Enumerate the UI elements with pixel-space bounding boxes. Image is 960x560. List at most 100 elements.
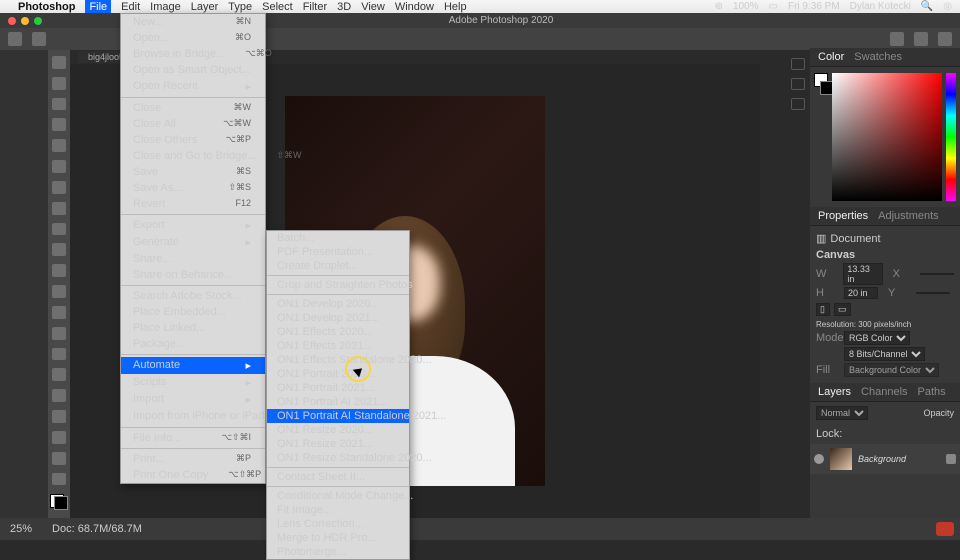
shape-tool[interactable] xyxy=(52,431,66,444)
zoom-level[interactable]: 25% xyxy=(10,523,32,535)
hue-slider[interactable] xyxy=(946,73,956,201)
tab-adjustments[interactable]: Adjustments xyxy=(878,210,939,222)
file-menu-item-19[interactable]: Search Adobe Stock... xyxy=(121,288,265,304)
marquee-tool[interactable] xyxy=(52,77,66,90)
menu-filter[interactable]: Filter xyxy=(303,1,327,13)
file-menu-item-3[interactable]: Open as Smart Object... xyxy=(121,62,265,78)
tab-channels[interactable]: Channels xyxy=(861,386,907,398)
menu-3d[interactable]: 3D xyxy=(337,1,351,13)
paragraph-icon[interactable] xyxy=(791,98,805,110)
automate-menu-item-7[interactable]: ON1 Develop 2021... xyxy=(267,311,409,325)
app-name[interactable]: Photoshop xyxy=(18,1,75,13)
orientation-portrait-icon[interactable]: ▯ xyxy=(816,303,830,316)
automate-menu-item-25[interactable]: Photomerge... xyxy=(267,545,409,559)
y-field[interactable] xyxy=(916,292,950,294)
file-menu-item-16[interactable]: Share... xyxy=(121,251,265,267)
depth-select[interactable]: 8 Bits/Channel xyxy=(844,347,925,361)
menu-view[interactable]: View xyxy=(361,1,385,13)
file-menu-item-9[interactable]: Close and Go to Bridge...⇧⌘W xyxy=(121,148,265,164)
orientation-landscape-icon[interactable]: ▭ xyxy=(834,303,851,316)
automate-menu-item-12[interactable]: ON1 Portrait 2021... xyxy=(267,381,409,395)
automate-menu-item-15[interactable]: ON1 Resize 2020... xyxy=(267,423,409,437)
menu-window[interactable]: Window xyxy=(395,1,434,13)
automate-menu-item-2[interactable]: Create Droplet... xyxy=(267,259,409,273)
automate-menu-item-10[interactable]: ON1 Effects Standalone 2020... xyxy=(267,353,409,367)
file-menu-item-20[interactable]: Place Embedded... xyxy=(121,304,265,320)
siri-icon[interactable]: ◎ xyxy=(943,1,952,12)
automate-menu-item-13[interactable]: ON1 Portrait AI 2021... xyxy=(267,395,409,409)
automate-menu-item-0[interactable]: Batch... xyxy=(267,231,409,245)
automate-menu-item-6[interactable]: ON1 Develop 2020... xyxy=(267,297,409,311)
mode-select[interactable]: RGB Color xyxy=(844,331,910,345)
path-tool[interactable] xyxy=(52,410,66,423)
move-tool[interactable] xyxy=(52,56,66,69)
eraser-tool[interactable] xyxy=(52,285,66,298)
lock-icon[interactable] xyxy=(946,454,956,464)
file-menu-item-7[interactable]: Close All⌥⌘W xyxy=(121,116,265,132)
align-icon[interactable] xyxy=(890,32,904,46)
frame-tool[interactable] xyxy=(52,160,66,173)
file-menu-item-32[interactable]: Print One Copy⌥⇧⌘P xyxy=(121,467,265,483)
type-tool[interactable] xyxy=(52,389,66,402)
automate-menu-item-16[interactable]: ON1 Resize 2021... xyxy=(267,437,409,451)
file-menu-item-27[interactable]: Import from iPhone or iPad▸ xyxy=(121,408,265,425)
blur-tool[interactable] xyxy=(52,327,66,340)
crop-tool[interactable] xyxy=(52,139,66,152)
file-menu-item-17[interactable]: Share on Behance... xyxy=(121,267,265,283)
brush-tool[interactable] xyxy=(52,223,66,236)
wifi-icon[interactable]: ⊚ xyxy=(715,1,723,12)
automate-menu-item-9[interactable]: ON1 Effects 2021... xyxy=(267,339,409,353)
pen-tool[interactable] xyxy=(52,368,66,381)
file-menu-item-2[interactable]: Browse in Bridge...⌥⌘O xyxy=(121,46,265,62)
zoom-tool[interactable] xyxy=(52,473,66,486)
minimize-window-button[interactable] xyxy=(21,17,29,25)
file-menu-item-25[interactable]: Scripts▸ xyxy=(121,374,265,391)
layer-row[interactable]: Background xyxy=(810,444,960,474)
file-menu-item-11[interactable]: Save As...⇧⌘S xyxy=(121,180,265,196)
file-menu-item-31[interactable]: Print...⌘P xyxy=(121,451,265,467)
hand-tool[interactable] xyxy=(52,452,66,465)
x-field[interactable] xyxy=(920,273,954,275)
eyedropper-tool[interactable] xyxy=(52,181,66,194)
color-swatches[interactable] xyxy=(50,494,68,511)
automate-menu-item-11[interactable]: ON1 Portrait 2020... xyxy=(267,367,409,381)
automate-menu-item-19[interactable]: Contact Sheet II... xyxy=(267,470,409,484)
share-icon[interactable] xyxy=(938,32,952,46)
tab-color[interactable]: Color xyxy=(818,51,844,63)
stamp-tool[interactable] xyxy=(52,243,66,256)
file-menu-item-21[interactable]: Place Linked... xyxy=(121,320,265,336)
menu-file[interactable]: File xyxy=(85,0,111,13)
file-menu-item-14[interactable]: Export▸ xyxy=(121,217,265,234)
home-icon[interactable] xyxy=(8,32,22,46)
layer-thumbnail[interactable] xyxy=(830,448,852,470)
file-menu-item-1[interactable]: Open...⌘O xyxy=(121,30,265,46)
search-icon[interactable]: 🔍 xyxy=(921,1,933,12)
menu-edit[interactable]: Edit xyxy=(121,1,140,13)
automate-menu-item-8[interactable]: ON1 Effects 2020... xyxy=(267,325,409,339)
automate-menu-item-24[interactable]: Merge to HDR Pro... xyxy=(267,531,409,545)
tab-layers[interactable]: Layers xyxy=(818,386,851,398)
tab-paths[interactable]: Paths xyxy=(918,386,946,398)
file-menu-item-4[interactable]: Open Recent▸ xyxy=(121,78,265,95)
height-field[interactable]: 20 in xyxy=(844,287,878,299)
tab-properties[interactable]: Properties xyxy=(818,210,868,222)
menu-layer[interactable]: Layer xyxy=(191,1,219,13)
file-menu-item-6[interactable]: Close⌘W xyxy=(121,100,265,116)
file-menu-item-24[interactable]: Automate▸ xyxy=(121,357,265,374)
file-menu-item-0[interactable]: New...⌘N xyxy=(121,14,265,30)
blend-mode-select[interactable]: Normal xyxy=(816,406,868,420)
close-window-button[interactable] xyxy=(8,17,16,25)
file-menu-item-15[interactable]: Generate▸ xyxy=(121,234,265,251)
gradient-tool[interactable] xyxy=(52,306,66,319)
menu-type[interactable]: Type xyxy=(228,1,252,13)
color-picker-canvas[interactable] xyxy=(832,73,942,201)
tab-swatches[interactable]: Swatches xyxy=(854,51,902,63)
automate-menu-item-1[interactable]: PDF Presentation... xyxy=(267,245,409,259)
search-icon[interactable] xyxy=(914,32,928,46)
file-menu-item-26[interactable]: Import▸ xyxy=(121,391,265,408)
lasso-tool[interactable] xyxy=(52,98,66,111)
automate-menu-item-23[interactable]: Lens Correction... xyxy=(267,517,409,531)
visibility-icon[interactable] xyxy=(814,454,824,464)
menu-image[interactable]: Image xyxy=(150,1,181,13)
automate-menu-item-22[interactable]: Fit Image... xyxy=(267,503,409,517)
